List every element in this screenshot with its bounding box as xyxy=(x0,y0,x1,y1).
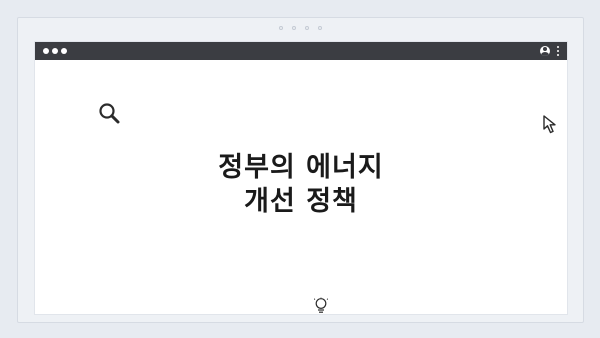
browser-titlebar xyxy=(35,42,567,60)
kebab-menu-icon[interactable] xyxy=(556,46,559,56)
headline-line-1: 정부의 에너지 xyxy=(218,152,384,183)
browser-window: 정부의 에너지 개선 정책 xyxy=(35,42,567,314)
frame-dot xyxy=(305,26,309,30)
cursor-arrow-icon xyxy=(543,115,556,134)
frame-dots xyxy=(18,26,583,30)
profile-icon[interactable] xyxy=(540,46,550,56)
lightbulb-icon xyxy=(314,297,328,313)
close-window-button[interactable] xyxy=(43,48,49,54)
frame-dot xyxy=(279,26,283,30)
minimize-window-button[interactable] xyxy=(52,48,58,54)
window-controls xyxy=(43,48,67,54)
frame-dot xyxy=(292,26,296,30)
headline-line-2: 개선 정책 xyxy=(244,186,358,217)
page-headline: 정부의 에너지 개선 정책 xyxy=(35,151,567,219)
maximize-window-button[interactable] xyxy=(61,48,67,54)
search-icon xyxy=(99,103,120,124)
outer-frame: 정부의 에너지 개선 정책 xyxy=(17,17,584,323)
frame-dot xyxy=(318,26,322,30)
